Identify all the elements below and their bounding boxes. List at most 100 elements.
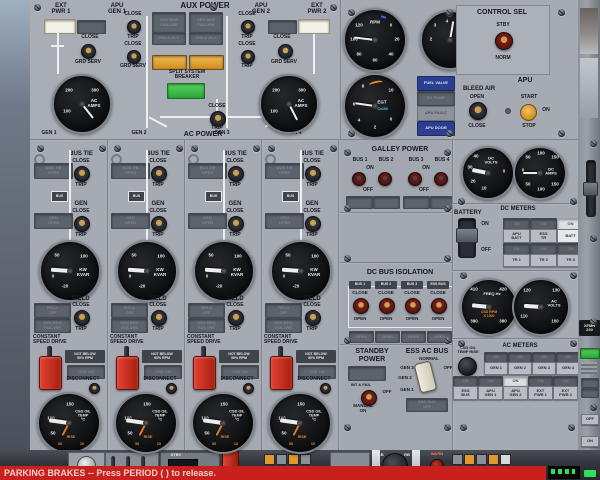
gen-3-bus-label: GEN 3 bbox=[209, 131, 235, 136]
bus-tie-switch[interactable] bbox=[228, 166, 244, 182]
ac-meter-apu-gen2-button[interactable]: APUGEN 2 bbox=[503, 386, 528, 400]
ext-pwr-2-switch[interactable] bbox=[278, 44, 293, 59]
screw bbox=[210, 4, 217, 11]
galley-on-label: ON bbox=[418, 166, 434, 171]
apu-gen-2-breaker-switch[interactable] bbox=[241, 20, 255, 34]
bus-tie-switch[interactable] bbox=[74, 166, 90, 182]
gen-trip-label: TRIP bbox=[294, 233, 330, 238]
bus-line bbox=[57, 32, 59, 74]
gen-brg-failure-annunciator: GEN BRGFAILURE bbox=[111, 318, 148, 333]
dc-iso-close-label: CLOSE bbox=[426, 291, 450, 296]
ac-meter-gen2-button[interactable]: GEN 2 bbox=[508, 362, 532, 375]
disconnect-test-button[interactable] bbox=[243, 383, 254, 394]
green-indicator bbox=[584, 470, 596, 477]
apu-start-button[interactable] bbox=[520, 104, 537, 121]
bottom-button[interactable] bbox=[452, 454, 463, 465]
bleed-air-close-label: CLOSE bbox=[462, 124, 492, 129]
gen-switch[interactable] bbox=[305, 216, 321, 232]
disconnect-test-button[interactable] bbox=[320, 383, 331, 394]
dc-meter-tr2-button[interactable]: TR 2 bbox=[530, 254, 557, 267]
bottom-button[interactable] bbox=[300, 454, 311, 465]
bottom-button[interactable] bbox=[276, 454, 287, 465]
screw bbox=[348, 9, 355, 16]
disconnect-guard[interactable] bbox=[116, 356, 139, 390]
dc-iso-bus-1-switch[interactable] bbox=[353, 298, 369, 314]
dc-meter-tr1-button[interactable]: TR 1 bbox=[503, 254, 530, 267]
bottom-button[interactable] bbox=[500, 454, 511, 465]
kw-kvar-gauge: 50 100 0 -20 KWKVAR bbox=[193, 240, 255, 302]
apu-gen-1-breaker-switch[interactable] bbox=[127, 20, 141, 34]
field-switch[interactable] bbox=[228, 310, 244, 326]
screw bbox=[344, 337, 351, 344]
dc-meter-ess-tr-button[interactable]: ESSTR bbox=[530, 229, 557, 243]
field-rly-annunciator: FIELD RLY bbox=[152, 32, 186, 45]
bleed-air-switch[interactable] bbox=[469, 102, 487, 120]
disconnect-guard[interactable] bbox=[39, 356, 62, 390]
dc-meter-apu-batt-button[interactable]: APUBATT bbox=[503, 229, 530, 243]
control-sel-switch[interactable] bbox=[495, 32, 513, 50]
galley-bus-2-switch[interactable] bbox=[378, 172, 392, 186]
gen-trip-label: TRIP bbox=[63, 233, 99, 238]
disconnect-test-button[interactable] bbox=[166, 383, 177, 394]
bottom-button[interactable] bbox=[264, 454, 275, 465]
field-switch[interactable] bbox=[151, 310, 167, 326]
ac-meter-gen1-button[interactable]: GEN 1 bbox=[484, 362, 508, 375]
gen-brg-failure-annunciator: GEN BRGFAILURE bbox=[188, 318, 225, 333]
constant-speed-drive-label: CONSTANTSPEED DRIVE bbox=[187, 335, 251, 346]
csd-oil-temp-rise-label: CSD OILTEMP RISE bbox=[452, 346, 484, 355]
gen-switch[interactable] bbox=[151, 216, 167, 232]
ext-pwr-2-connected-light bbox=[298, 19, 330, 34]
battery-switch[interactable] bbox=[456, 228, 478, 243]
apu-gen-2-switch[interactable] bbox=[241, 50, 255, 64]
screw bbox=[99, 145, 106, 152]
bottom-button[interactable] bbox=[464, 454, 475, 465]
ac-meter-ext-pwr1-button[interactable]: EXTPWR 1 bbox=[528, 386, 553, 400]
dc-iso-bus-3-switch[interactable] bbox=[405, 298, 421, 314]
ac-meter-ext-pwr2-button[interactable]: EXTPWR 2 bbox=[553, 386, 578, 400]
dc-iso-bus-2-switch[interactable] bbox=[379, 298, 395, 314]
csd-oil-temp-rise-knob[interactable] bbox=[458, 357, 477, 376]
gen-1-bus-label: GEN 1 bbox=[36, 131, 62, 136]
disconnect-label: DISCONNECT bbox=[59, 377, 107, 382]
disconnect-guard[interactable] bbox=[270, 356, 293, 390]
dc-iso-open-label: OPEN bbox=[400, 317, 424, 322]
ext-pwr-1-switch[interactable] bbox=[81, 44, 96, 59]
bottom-button[interactable] bbox=[488, 454, 499, 465]
bus-tie-switch[interactable] bbox=[151, 166, 167, 182]
ac-meter-gen4-button[interactable]: GEN 4 bbox=[556, 362, 580, 375]
side-on-button[interactable]: ON bbox=[581, 436, 599, 447]
screw bbox=[444, 337, 451, 344]
standby-manual-on-label: MANUALON bbox=[346, 404, 380, 414]
warn-label: WARN bbox=[426, 452, 448, 456]
gen-switch[interactable] bbox=[74, 216, 90, 232]
dc-pump-light: DC PUMP bbox=[417, 91, 455, 106]
side-slider[interactable] bbox=[583, 182, 598, 196]
standby-power-annunciator bbox=[348, 366, 386, 381]
screw bbox=[590, 235, 597, 242]
gen-bkr-failure-annunciator: GEN BKRFAILURE bbox=[189, 12, 223, 33]
ac-meter-apu-gen1-button[interactable]: APUGEN 1 bbox=[478, 386, 503, 400]
galley-bus-4-switch[interactable] bbox=[434, 172, 448, 186]
disconnect-guard[interactable] bbox=[193, 356, 216, 390]
dc-iso-ess-bus-switch[interactable] bbox=[431, 298, 447, 314]
bottom-button[interactable] bbox=[288, 454, 299, 465]
gen-column: BUS TIE CLOSE TRIP BUS TIEOPEN BUS GEN C… bbox=[108, 140, 185, 450]
bus-line bbox=[146, 16, 148, 128]
galley-off-label: OFF bbox=[416, 188, 432, 193]
gen-bkr-failure-annunciator: GEN BKRFAILURE bbox=[152, 12, 186, 33]
side-off-button[interactable]: OFF bbox=[581, 414, 599, 425]
bus-tie-switch[interactable] bbox=[305, 166, 321, 182]
bottom-button[interactable] bbox=[476, 454, 487, 465]
apu-gen-1-grd-serv-switch[interactable] bbox=[127, 50, 141, 64]
field-switch[interactable] bbox=[74, 310, 90, 326]
gen-switch[interactable] bbox=[228, 216, 244, 232]
galley-bus-3-switch[interactable] bbox=[408, 172, 422, 186]
gen-open-annunciator: GENOPEN bbox=[265, 213, 304, 229]
screw bbox=[558, 9, 565, 16]
galley-bus-1-switch[interactable] bbox=[352, 172, 366, 186]
galley-bus-3-label: BUS 3 bbox=[404, 158, 428, 163]
ac-meter-gen3-button[interactable]: GEN 3 bbox=[532, 362, 556, 375]
ac-meter-ess-bus-button[interactable]: ESSBUS bbox=[453, 386, 478, 400]
disconnect-test-button[interactable] bbox=[89, 383, 100, 394]
field-switch[interactable] bbox=[305, 310, 321, 326]
